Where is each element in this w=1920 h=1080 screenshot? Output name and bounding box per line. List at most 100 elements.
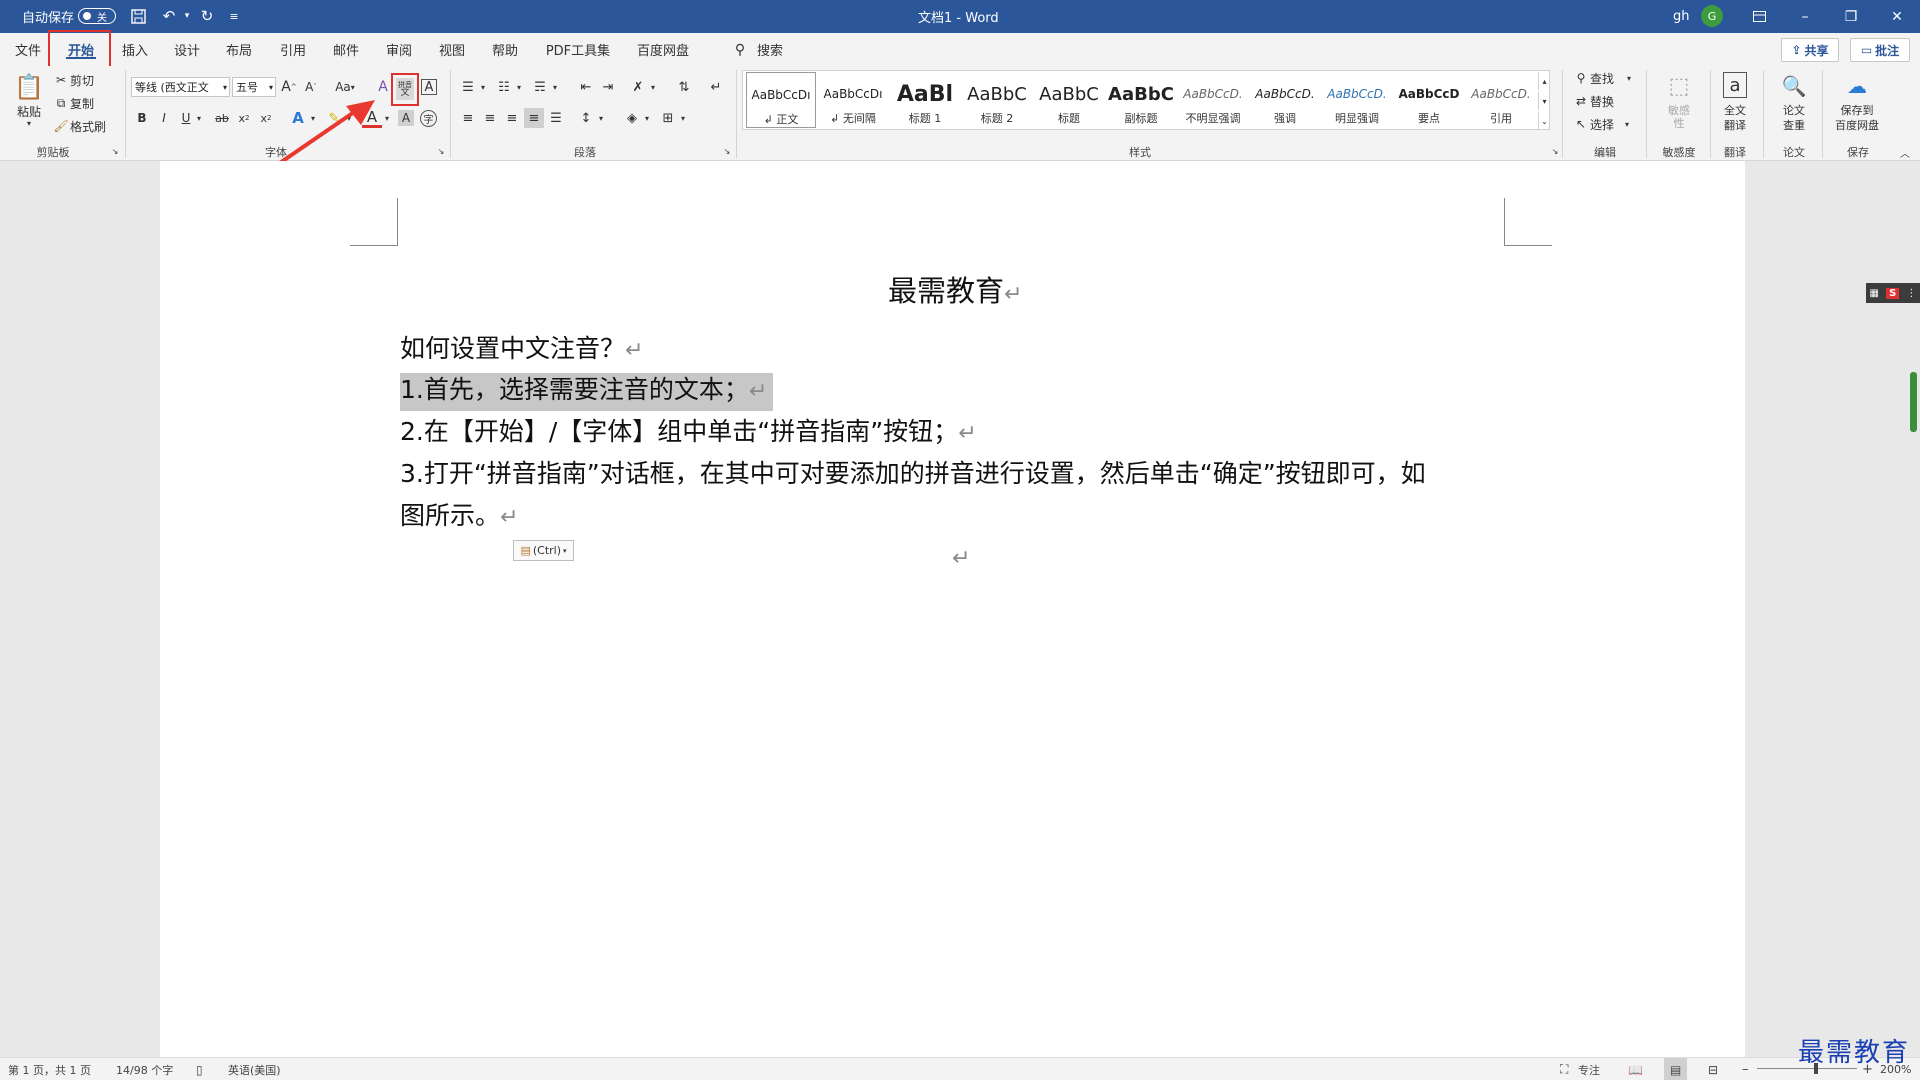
sensitivity-icon[interactable]: ⬚ [1664, 72, 1694, 100]
focus-mode-label[interactable]: 专注 [1578, 1058, 1600, 1080]
tab-insert[interactable]: 插入 [114, 33, 156, 66]
doc-line-1[interactable]: 如何设置中文注音？↵ [400, 332, 643, 368]
copy-icon[interactable]: ⧉ [54, 95, 68, 111]
shading-dropdown-icon[interactable]: ▾ [642, 108, 652, 128]
doc-line-4[interactable]: 3.打开“拼音指南”对话框，在其中可对要添加的拼音进行设置，然后单击“确定”按钮… [400, 457, 1426, 491]
style-subtle-emphasis[interactable]: AaBbCcD. 不明显强调 [1178, 72, 1248, 128]
search-label[interactable]: 搜索 [752, 33, 788, 66]
find-dropdown-icon[interactable]: ▾ [1624, 70, 1634, 86]
clipboard-launcher-icon[interactable]: ↘ [110, 146, 120, 156]
increase-indent-icon[interactable]: ⇥ [598, 77, 618, 97]
character-border-icon[interactable]: A [421, 79, 437, 95]
line-spacing-icon[interactable]: ↕ [576, 108, 596, 128]
font-size-dropdown[interactable]: 五号 ▾ [232, 77, 276, 97]
tab-design[interactable]: 设计 [166, 33, 208, 66]
align-center-icon[interactable]: ≡ [480, 108, 500, 128]
proofing-icon[interactable]: ▯ [196, 1058, 203, 1080]
align-right-icon[interactable]: ≡ [502, 108, 522, 128]
read-mode-icon[interactable]: 📖 [1628, 1058, 1643, 1080]
sort-icon[interactable]: ⇅ [674, 77, 694, 97]
style-heading-2[interactable]: AaBbC 标题 2 [962, 72, 1032, 128]
paste-dropdown-icon[interactable]: ▾ [23, 118, 35, 128]
page-count[interactable]: 第 1 页，共 1 页 [8, 1058, 91, 1080]
zoom-out-icon[interactable]: – [1742, 1058, 1749, 1080]
multilevel-list-icon[interactable]: ☴ [530, 77, 550, 97]
tab-pdf-tools[interactable]: PDF工具集 [538, 33, 618, 66]
paper-check-label-1[interactable]: 论文 [1774, 103, 1814, 117]
styles-scroll-down-icon[interactable]: ▾ [1538, 92, 1550, 110]
document-title-text[interactable]: 最需教育↵ [888, 268, 1022, 310]
paragraph-launcher-icon[interactable]: ↘ [722, 146, 732, 156]
search-icon[interactable]: ⚲ [726, 33, 754, 66]
minimize-icon[interactable]: – [1782, 0, 1828, 33]
focus-icon[interactable]: ⛶ [1560, 1058, 1568, 1080]
print-layout-icon[interactable]: ▤ [1664, 1058, 1688, 1080]
justify-icon[interactable]: ≡ [524, 108, 544, 128]
replace-icon[interactable]: ⇄ [1574, 93, 1588, 109]
ribbon-display-options-icon[interactable] [1736, 0, 1782, 33]
show-formatting-marks-icon[interactable]: ↵ [706, 77, 726, 97]
font-family-dropdown[interactable]: 等线 (西文正文 ▾ [131, 77, 230, 97]
baidu-save-label-2[interactable]: 百度网盘 [1830, 118, 1884, 132]
style-quote[interactable]: AaBbCcD. 引用 [1466, 72, 1536, 128]
style-heading-1[interactable]: AaBl 标题 1 [890, 72, 960, 128]
input-method-widget[interactable]: ▦ S ⋮ [1866, 283, 1920, 303]
select-label[interactable]: 选择 [1590, 116, 1624, 132]
cut-label[interactable]: 剪切 [70, 72, 100, 88]
tab-help[interactable]: 帮助 [484, 33, 526, 66]
undo-dropdown-icon[interactable]: ▾ [176, 6, 198, 26]
character-shading-icon[interactable]: A [398, 110, 414, 126]
collapse-ribbon-icon[interactable]: ︿ [1898, 146, 1912, 160]
grow-font-icon[interactable]: A ^ [280, 77, 298, 97]
tab-view[interactable]: 视图 [431, 33, 473, 66]
cut-icon[interactable]: ✂ [54, 72, 68, 88]
bullets-dropdown-icon[interactable]: ▾ [478, 77, 488, 97]
find-icon[interactable]: ⚲ [1574, 70, 1588, 86]
borders-icon[interactable]: ⊞ [658, 108, 678, 128]
chinese-layout-dropdown-icon[interactable]: ▾ [648, 77, 658, 97]
numbering-dropdown-icon[interactable]: ▾ [514, 77, 524, 97]
paste-options-button[interactable]: ▤ (Ctrl) ▾ [513, 540, 574, 561]
format-painter-label[interactable]: 格式刷 [70, 118, 110, 134]
paste-label[interactable]: 粘贴 [12, 103, 46, 119]
translate-label-2[interactable]: 翻译 [1716, 118, 1754, 132]
customize-quick-access-icon[interactable]: ≡ [223, 6, 245, 26]
multilevel-dropdown-icon[interactable]: ▾ [550, 77, 560, 97]
bullets-icon[interactable]: ☰ [458, 77, 478, 97]
chinese-layout-icon[interactable]: ✗ [628, 77, 648, 97]
select-icon[interactable]: ↖ [1574, 116, 1588, 132]
style-title[interactable]: AaBbC 标题 [1034, 72, 1104, 128]
style-subtitle[interactable]: AaBbC 副标题 [1106, 72, 1176, 128]
share-button[interactable]: ⇪ 共享 [1781, 38, 1839, 62]
paste-icon[interactable]: 📋 [12, 72, 46, 102]
numbering-icon[interactable]: ☷ [494, 77, 514, 97]
font-color-dropdown-icon[interactable]: ▾ [382, 108, 392, 128]
tab-review[interactable]: 审阅 [378, 33, 420, 66]
italic-icon[interactable]: I [156, 108, 172, 128]
paper-check-label-2[interactable]: 查重 [1774, 118, 1814, 132]
language-indicator[interactable]: 英语(美国) [228, 1058, 281, 1080]
tab-references[interactable]: 引用 [272, 33, 314, 66]
borders-dropdown-icon[interactable]: ▾ [678, 108, 688, 128]
redo-icon[interactable]: ↻ [196, 6, 218, 26]
find-label[interactable]: 查找 [1590, 70, 1624, 86]
tab-file[interactable]: 文件 [8, 33, 48, 66]
baidu-cloud-icon[interactable]: ☁ [1842, 72, 1872, 100]
style-normal[interactable]: AaBbCcDı ↲ 正文 [746, 72, 816, 128]
tab-baidu-netdisk[interactable]: 百度网盘 [628, 33, 698, 66]
doc-line-3[interactable]: 2.在【开始】/【字体】组中单击“拼音指南”按钮；↵ [400, 415, 977, 451]
style-intense-emphasis[interactable]: AaBbCcD. 明显强调 [1322, 72, 1392, 128]
save-icon[interactable] [127, 6, 149, 26]
sensitivity-label[interactable]: 敏感 性 [1660, 102, 1698, 132]
tab-layout[interactable]: 布局 [218, 33, 260, 66]
format-painter-icon[interactable]: 🖌 [53, 118, 68, 134]
autosave-toggle[interactable]: 关 [78, 8, 116, 24]
translate-icon[interactable]: a [1723, 72, 1747, 98]
comments-button[interactable]: ▭ 批注 [1850, 38, 1910, 62]
decrease-indent-icon[interactable]: ⇤ [576, 77, 596, 97]
bold-icon[interactable]: B [134, 108, 150, 128]
enclose-characters-icon[interactable]: 字 [420, 110, 437, 127]
styles-more-icon[interactable]: ⌄ [1538, 112, 1550, 130]
user-name[interactable]: gh [1673, 0, 1690, 33]
align-left-icon[interactable]: ≡ [458, 108, 478, 128]
